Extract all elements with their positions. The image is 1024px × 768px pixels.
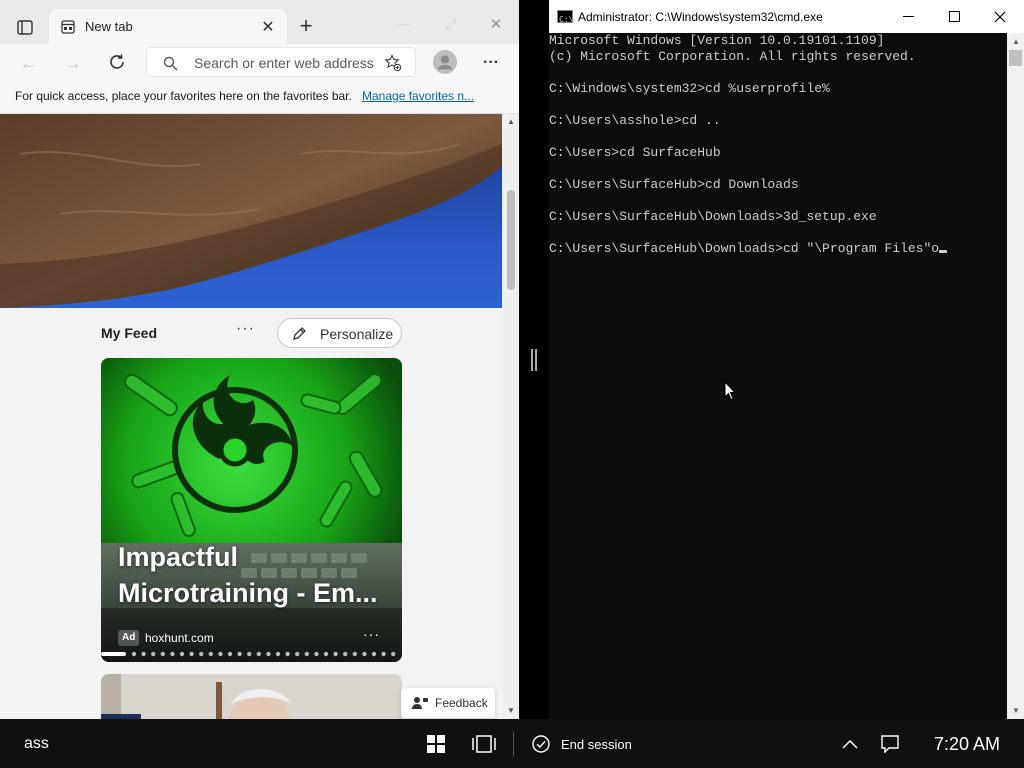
- card-headline-line-2: Microtraining - Em...: [118, 578, 378, 608]
- feed-card-2[interactable]: [101, 674, 402, 719]
- console-line: Microsoft Windows [Version 10.0.19101.11…: [549, 33, 885, 48]
- card-more-options[interactable]: ···: [363, 626, 380, 642]
- refresh-icon[interactable]: [106, 51, 128, 73]
- manage-favorites-link[interactable]: Manage favorites n...: [362, 89, 474, 103]
- console-line: C:\Users\SurfaceHub\Downloads>3d_setup.e…: [549, 209, 877, 224]
- settings-more-icon[interactable]: ···: [480, 52, 502, 74]
- cmd-window: C:\ Administrator: C:\Windows\system32\c…: [549, 0, 1024, 719]
- task-view-icon[interactable]: [470, 719, 498, 768]
- personalize-button[interactable]: Personalize: [277, 318, 402, 348]
- profile-avatar-icon[interactable]: [432, 49, 458, 75]
- cmd-scroll-thumb[interactable]: [1009, 50, 1022, 66]
- console-line: C:\Users\SurfaceHub>cd Downloads: [549, 177, 799, 192]
- chevron-up-icon[interactable]: [840, 719, 860, 768]
- console-line: C:\Users\asshole>cd ..: [549, 113, 721, 128]
- cmd-window-title: Administrator: C:\Windows\system32\cmd.e…: [578, 10, 823, 24]
- card-headline-line-1: Impactful: [118, 542, 239, 572]
- text-cursor: [939, 250, 948, 253]
- feedback-button[interactable]: Feedback: [401, 688, 495, 718]
- start-windows-icon[interactable]: [424, 719, 448, 768]
- scroll-up-arrow-icon[interactable]: ▲: [506, 116, 516, 126]
- biohazard-image: [101, 358, 402, 662]
- address-placeholder: Search or enter web address: [194, 55, 374, 71]
- end-session-icon[interactable]: [530, 719, 552, 768]
- cmd-console-output[interactable]: Microsoft Windows [Version 10.0.19101.11…: [549, 33, 1007, 719]
- my-feed-heading: My Feed: [101, 325, 158, 341]
- favorites-bar: For quick access, place your favorites h…: [0, 82, 519, 114]
- forward-icon[interactable]: →: [62, 52, 84, 74]
- console-line: C:\Users\SurfaceHub\Downloads>cd "\Progr…: [549, 241, 1007, 257]
- tab-title: New tab: [85, 19, 133, 34]
- personalize-label: Personalize: [320, 326, 394, 342]
- taskbar: ass End session 7:20 AM: [0, 719, 1024, 768]
- cmd-scroll-down-icon[interactable]: ▼: [1011, 705, 1021, 715]
- feed-more-options[interactable]: ···: [236, 320, 255, 338]
- svg-text:C:\: C:\: [559, 15, 572, 24]
- card-headline: Impactful Microtraining - Em...: [118, 539, 388, 611]
- console-line: C:\Windows\system32>cd %userprofile%: [549, 81, 830, 96]
- back-icon[interactable]: ←: [18, 52, 40, 74]
- divider-grip-icon[interactable]: [531, 349, 537, 371]
- new-tab-page-icon: [59, 18, 77, 36]
- console-line: C:\Users>cd SurfaceHub: [549, 145, 721, 160]
- feedback-label: Feedback: [435, 696, 488, 710]
- console-line: (c) Microsoft Corporation. All rights re…: [549, 49, 916, 64]
- feedback-icon: [411, 695, 429, 711]
- cmd-app-icon: C:\: [557, 10, 574, 24]
- notifications-icon[interactable]: [879, 719, 901, 768]
- search-icon: [161, 54, 179, 72]
- pencil-icon: [290, 325, 308, 343]
- taskbar-clock[interactable]: 7:20 AM: [934, 734, 1000, 755]
- cmd-close-icon[interactable]: [977, 0, 1023, 33]
- end-session-label[interactable]: End session: [561, 737, 632, 752]
- tab-new-tab[interactable]: New tab ✕: [49, 9, 287, 44]
- browser-scrollbar[interactable]: ▲ ▼: [502, 114, 519, 719]
- browser-window: New tab ✕ + — ⤢ ✕ ← → Search or enter we…: [0, 0, 519, 719]
- close-tab-icon[interactable]: ✕: [259, 18, 277, 36]
- new-tab-button[interactable]: +: [295, 13, 317, 38]
- taskbar-user-label[interactable]: ass: [24, 735, 49, 753]
- add-favorite-icon[interactable]: [383, 53, 403, 73]
- cmd-title-bar[interactable]: C:\ Administrator: C:\Windows\system32\c…: [549, 0, 1024, 33]
- browser-toolbar: ← → Search or enter web address ···: [0, 44, 519, 82]
- card-source: hoxhunt.com: [145, 631, 214, 645]
- taskbar-separator: [513, 732, 514, 756]
- carousel-indicator: [101, 651, 396, 657]
- new-tab-page: My Feed ··· Personalize Impactful Microt…: [0, 114, 502, 719]
- address-bar[interactable]: Search or enter web address: [146, 47, 416, 77]
- background-image: [0, 114, 502, 308]
- mouse-pointer-icon: [724, 381, 736, 401]
- scroll-down-arrow-icon[interactable]: ▼: [506, 705, 516, 715]
- favorites-bar-message: For quick access, place your favorites h…: [15, 89, 352, 103]
- minimize-icon[interactable]: —: [392, 14, 414, 34]
- cmd-scrollbar[interactable]: ▲ ▼: [1007, 33, 1024, 719]
- ad-badge: Ad: [118, 630, 140, 646]
- feed-card[interactable]: Impactful Microtraining - Em... Ad hoxhu…: [101, 358, 402, 662]
- tab-actions-icon[interactable]: [14, 16, 36, 38]
- cmd-maximize-icon[interactable]: [931, 0, 977, 33]
- cmd-scroll-up-icon[interactable]: ▲: [1011, 36, 1021, 46]
- snap-divider[interactable]: [519, 0, 549, 719]
- news-image: [101, 674, 402, 719]
- close-window-icon[interactable]: ✕: [485, 14, 507, 34]
- tab-bar: New tab ✕ + — ⤢ ✕: [0, 0, 519, 44]
- cmd-minimize-icon[interactable]: [885, 0, 931, 33]
- restore-icon[interactable]: ⤢: [440, 14, 462, 34]
- scroll-thumb[interactable]: [507, 190, 515, 290]
